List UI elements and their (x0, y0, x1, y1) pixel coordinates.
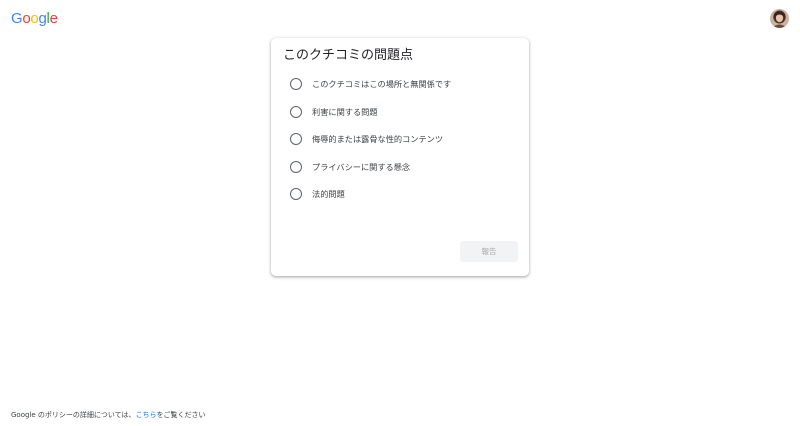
radio-button-icon[interactable] (290, 188, 302, 201)
report-review-page: Google このクチコミの問題点 このクチコミはこの場所と無関係です 利害に関… (0, 0, 800, 426)
policy-footer: Google のポリシーの詳細については、こちらをご覧ください (11, 410, 206, 420)
report-button[interactable]: 報告 (460, 241, 518, 262)
option-unrelated[interactable]: このクチコミはこの場所と無関係です (290, 77, 520, 91)
radio-button-icon[interactable] (290, 105, 302, 118)
radio-button-icon[interactable] (290, 78, 302, 90)
option-label: 侮辱的または露骨な性的コンテンツ (312, 134, 444, 145)
logo-letter: G (11, 10, 23, 27)
google-logo[interactable]: Google (11, 10, 58, 28)
option-label: 法的問題 (312, 189, 345, 200)
option-privacy-concern[interactable]: プライバシーに関する懸念 (290, 160, 520, 174)
logo-letter: o (22, 10, 31, 27)
logo-letter: g (38, 10, 47, 27)
radio-button-icon[interactable] (290, 133, 302, 146)
report-reason-options: このクチコミはこの場所と無関係です 利害に関する問題 侮辱的または露骨な性的コン… (290, 77, 520, 215)
radio-button-icon[interactable] (290, 160, 302, 173)
option-conflict-of-interest[interactable]: 利害に関する問題 (290, 105, 520, 119)
option-offensive-content[interactable]: 侮辱的または露骨な性的コンテンツ (290, 132, 520, 146)
dialog-title: このクチコミの問題点 (283, 48, 414, 63)
policy-link[interactable]: こちら (136, 411, 157, 419)
option-label: プライバシーに関する懸念 (312, 161, 411, 172)
footer-text-end: をご覧ください (156, 411, 206, 419)
option-label: このクチコミはこの場所と無関係です (312, 79, 452, 89)
option-label: 利害に関する問題 (312, 106, 378, 117)
logo-letter: e (49, 10, 58, 27)
avatar-photo-icon (770, 9, 789, 28)
account-avatar[interactable] (770, 9, 789, 28)
logo-letter: o (30, 10, 39, 27)
footer-text: Google のポリシーの詳細については、 (11, 411, 136, 419)
option-legal-issue[interactable]: 法的問題 (290, 187, 520, 201)
report-dialog: このクチコミの問題点 このクチコミはこの場所と無関係です 利害に関する問題 侮辱… (271, 38, 529, 276)
